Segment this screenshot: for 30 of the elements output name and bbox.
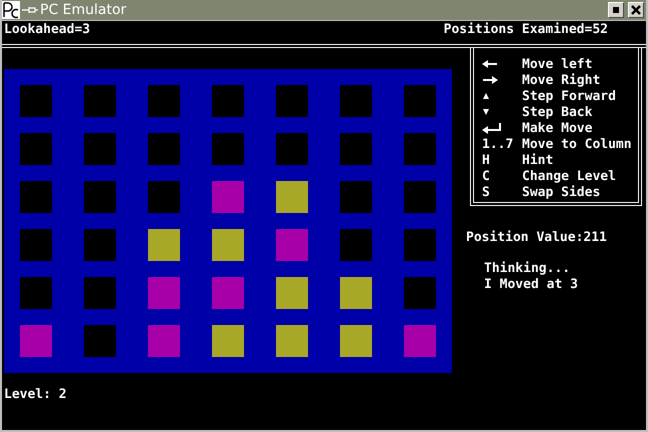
position-value-text: Position Value:211 bbox=[466, 230, 608, 245]
close-icon bbox=[631, 5, 641, 15]
positions-examined-text: Positions Examined=52 bbox=[444, 22, 608, 39]
maximize-button[interactable] bbox=[608, 2, 624, 18]
right-arrow-icon bbox=[482, 75, 498, 85]
key-label: H bbox=[482, 152, 490, 168]
up-triangle-icon bbox=[482, 92, 490, 100]
help-action: Step Forward bbox=[522, 88, 616, 104]
key-label: 1..7 bbox=[482, 136, 514, 152]
status-message: I Moved at 3 bbox=[484, 277, 579, 293]
help-action: Change Level bbox=[522, 168, 616, 184]
key-label: S bbox=[482, 184, 490, 200]
level-text: Level: 2 bbox=[3, 387, 68, 402]
help-action: Make Move bbox=[522, 120, 592, 136]
lookahead-text: Lookahead=3 bbox=[4, 22, 90, 39]
pin-icon[interactable] bbox=[22, 5, 38, 15]
status-message: Thinking... bbox=[484, 261, 572, 277]
square-icon bbox=[612, 6, 620, 14]
key-label: C bbox=[482, 168, 490, 184]
help-action: Swap Sides bbox=[522, 184, 600, 200]
enter-key-icon bbox=[482, 122, 502, 134]
close-button[interactable] bbox=[628, 2, 644, 18]
help-action: Move Right bbox=[522, 72, 600, 88]
down-triangle-icon bbox=[482, 108, 490, 116]
window-title: PC Emulator bbox=[40, 2, 126, 18]
help-action: Move left bbox=[522, 56, 592, 72]
help-action: Step Back bbox=[522, 104, 592, 120]
help-action: Hint bbox=[522, 152, 554, 168]
left-arrow-icon bbox=[482, 59, 498, 69]
help-action: Move to Column bbox=[522, 136, 632, 152]
